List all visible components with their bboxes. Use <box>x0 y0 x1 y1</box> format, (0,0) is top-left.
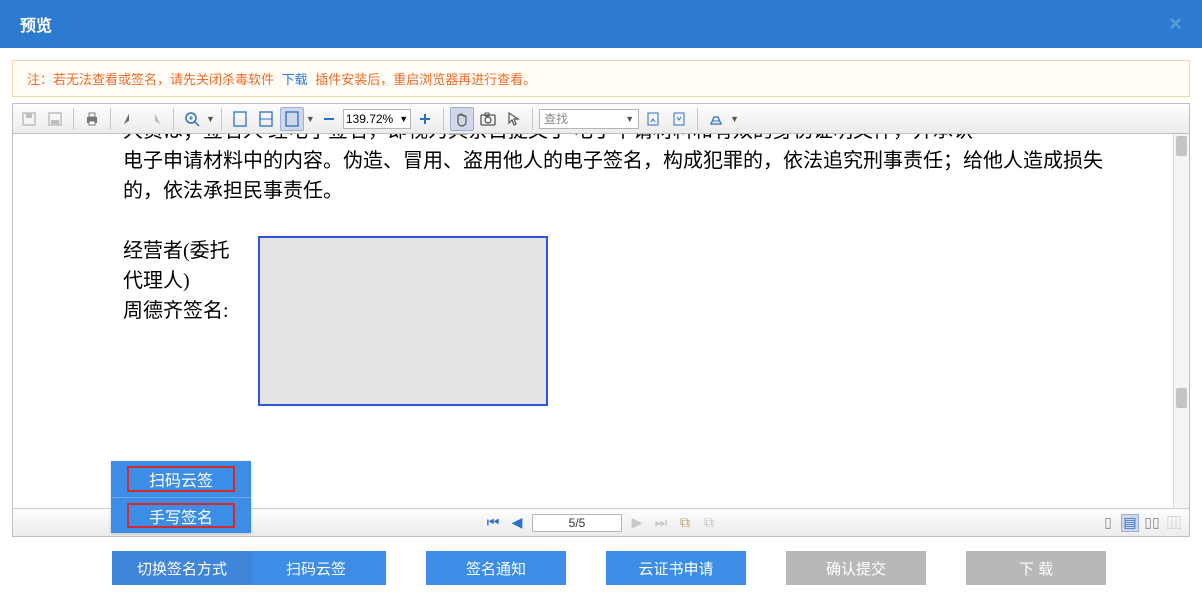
download-button: 下 载 <box>966 551 1106 585</box>
doc-paragraph-cut: 大员は；签名人 经电子签名，即视为具亲目提文丁 电丁甲请材料和有双的身仞证明文件… <box>123 134 1113 146</box>
search-next-icon[interactable] <box>667 107 691 131</box>
close-icon[interactable]: × <box>1169 11 1182 37</box>
highlight-icon[interactable] <box>704 107 728 131</box>
cloud-cert-apply-button[interactable]: 云证书申请 <box>606 551 746 585</box>
fit-visible-icon[interactable] <box>280 107 304 131</box>
two-page-icon[interactable]: ▯▯ <box>1143 514 1161 532</box>
rotate-right-icon[interactable] <box>143 107 167 131</box>
signature-box[interactable] <box>258 236 548 406</box>
dropdown-scan-sign[interactable]: 扫码云签 <box>111 461 251 497</box>
scan-sign-button[interactable]: 扫码云签 <box>246 551 386 585</box>
notice-text-pre: 注：若无法查看或签名，请先关闭杀毒软件 <box>27 72 278 87</box>
notice-text-post: 插件安装后，重启浏览器再进行查看。 <box>315 72 536 87</box>
dialog-title: 预览 <box>20 12 52 36</box>
zoom-value[interactable]: 139.72% ▼ <box>343 109 411 129</box>
continuous-page-icon[interactable]: ▤ <box>1121 514 1139 532</box>
search-input[interactable]: 查找▼ <box>539 109 639 129</box>
dialog-body: 注：若无法查看或签名，请先关闭杀毒软件 下载 插件安装后，重启浏览器再进行查看。… <box>0 48 1202 603</box>
save-as-icon[interactable] <box>43 107 67 131</box>
download-link[interactable]: 下载 <box>282 72 308 87</box>
next-page-icon[interactable]: ▶ <box>628 514 646 532</box>
last-page-icon[interactable]: ⏭ <box>652 514 670 532</box>
signature-row: 经营者(委托 代理人) 周德齐签名: <box>123 236 1113 406</box>
signature-label: 经营者(委托 代理人) 周德齐签名: <box>123 236 248 326</box>
single-page-icon[interactable]: ▯ <box>1099 514 1117 532</box>
search-prev-icon[interactable] <box>641 107 665 131</box>
toolbar: ▼ ▼ 139.72% ▼ 查找▼ <box>13 104 1189 134</box>
select-icon[interactable] <box>502 107 526 131</box>
zoom-in-small-icon[interactable] <box>413 107 437 131</box>
preview-dialog: 预览 × 注：若无法查看或签名，请先关闭杀毒软件 下载 插件安装后，重启浏览器再… <box>0 0 1202 603</box>
zoom-out-small-icon[interactable] <box>317 107 341 131</box>
page-input[interactable]: 5/5 <box>532 514 622 532</box>
first-page-icon[interactable]: ⏮ <box>484 514 502 532</box>
snapshot-icon[interactable] <box>476 107 500 131</box>
switch-sign-method-button[interactable]: 切换签名方式 <box>112 551 252 585</box>
sign-notify-button[interactable]: 签名通知 <box>426 551 566 585</box>
notice-banner: 注：若无法查看或签名，请先关闭杀毒软件 下载 插件安装后，重启浏览器再进行查看。 <box>12 60 1190 97</box>
fit-page-icon[interactable] <box>228 107 252 131</box>
hand-tool-icon[interactable] <box>450 107 474 131</box>
footer: 扫码云签 手写签名 切换签名方式 扫码云签 签名通知 云证书申请 确认提交 下 … <box>12 537 1190 603</box>
doc-paragraph: 电子申请材料中的内容。伪造、冒用、盗用他人的电子签名，构成犯罪的，依法追究刑事责… <box>123 146 1113 206</box>
document-page: 大员は；签名人 经电子签名，即视为具亲目提文丁 电丁甲请材料和有双的身仞证明文件… <box>13 134 1173 508</box>
save-icon[interactable] <box>17 107 41 131</box>
dialog-header: 预览 × <box>0 0 1202 48</box>
document-canvas[interactable]: 大员は；签名人 经电子签名，即视为具亲目提文丁 电丁甲请材料和有双的身仞证明文件… <box>13 134 1189 508</box>
page-mode1-icon[interactable]: ⧉ <box>676 514 694 532</box>
page-mode2-icon[interactable]: ⧉ <box>700 514 718 532</box>
dropdown-handwrite-sign[interactable]: 手写签名 <box>111 497 251 533</box>
fit-width-icon[interactable] <box>254 107 278 131</box>
rotate-left-icon[interactable] <box>117 107 141 131</box>
footer-buttons: 切换签名方式 扫码云签 签名通知 云证书申请 确认提交 下 载 <box>12 537 1190 603</box>
view-mode-group: ▯ ▤ ▯▯ ⿲ <box>1099 514 1183 532</box>
sign-method-dropdown: 扫码云签 手写签名 <box>111 461 251 533</box>
prev-page-icon[interactable]: ◀ <box>508 514 526 532</box>
zoom-in-icon[interactable] <box>180 107 204 131</box>
print-icon[interactable] <box>80 107 104 131</box>
two-continuous-icon[interactable]: ⿲ <box>1165 514 1183 532</box>
confirm-submit-button: 确认提交 <box>786 551 926 585</box>
vertical-scrollbar[interactable] <box>1173 134 1189 508</box>
